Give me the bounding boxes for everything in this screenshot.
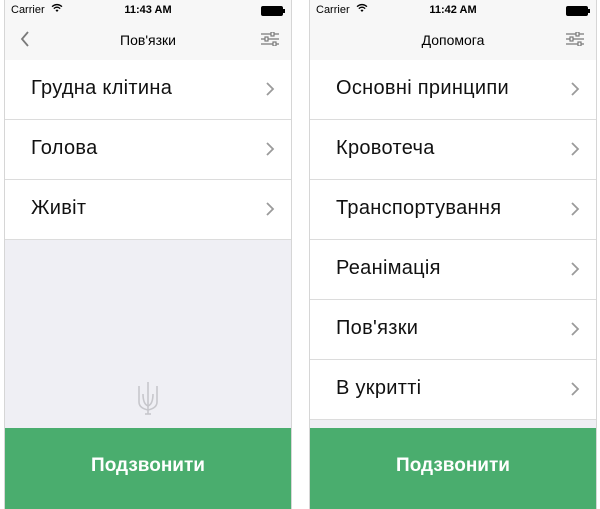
battery-icon <box>261 6 285 16</box>
list-item[interactable]: Пов'язки <box>310 300 596 360</box>
list-item[interactable]: В укритті <box>310 360 596 420</box>
chevron-right-icon <box>570 381 580 402</box>
chevron-right-icon <box>570 141 580 162</box>
list-item-label: Пов'язки <box>336 317 419 339</box>
call-button[interactable]: Подзвонити <box>310 428 596 509</box>
phone-screen-right: Carrier 11:42 AM Допомога Основні принци… <box>310 0 596 509</box>
list-item-label: Реанімація <box>336 257 441 279</box>
chevron-right-icon <box>570 81 580 102</box>
chevron-right-icon <box>265 141 275 162</box>
list-item[interactable]: Голова <box>5 120 291 180</box>
list-item-label: Живіт <box>31 197 87 219</box>
list-item-label: В укритті <box>336 377 422 399</box>
menu-list: Основні принципи Кровотеча Транспортуван… <box>310 60 596 420</box>
settings-sliders-icon[interactable] <box>261 31 279 51</box>
list-item-label: Кровотеча <box>336 137 435 159</box>
list-item[interactable]: Кровотеча <box>310 120 596 180</box>
status-bar: Carrier 11:42 AM <box>310 0 596 20</box>
chevron-right-icon <box>570 201 580 222</box>
settings-sliders-icon[interactable] <box>566 31 584 51</box>
navigation-bar: Пов'язки <box>5 20 291 61</box>
list-item[interactable]: Основні принципи <box>310 60 596 120</box>
chevron-right-icon <box>265 201 275 222</box>
page-title: Допомога <box>421 32 485 48</box>
status-time: 11:42 AM <box>429 4 477 16</box>
chevron-right-icon <box>570 321 580 342</box>
battery-icon <box>566 6 590 16</box>
list-item[interactable]: Грудна клітина <box>5 60 291 120</box>
back-arrow-icon[interactable] <box>19 30 31 53</box>
list-item-label: Основні принципи <box>336 77 509 99</box>
list-item[interactable]: Реанімація <box>310 240 596 300</box>
list-item-label: Грудна клітина <box>31 77 173 99</box>
menu-list: Грудна клітина Голова Живіт <box>5 60 291 240</box>
list-item-label: Голова <box>31 137 98 159</box>
chevron-right-icon <box>265 81 275 102</box>
chevron-right-icon <box>570 261 580 282</box>
navigation-bar: Допомога <box>310 20 596 61</box>
status-bar: Carrier 11:43 AM <box>5 0 291 20</box>
list-item-label: Транспортування <box>336 197 502 219</box>
list-item[interactable]: Транспортування <box>310 180 596 240</box>
trident-emblem-icon <box>136 380 160 421</box>
phone-screen-left: Carrier 11:43 AM Пов'язки Грудна клітина… <box>5 0 291 509</box>
list-item[interactable]: Живіт <box>5 180 291 240</box>
page-title: Пов'язки <box>120 32 176 48</box>
status-time: 11:43 AM <box>124 4 172 16</box>
call-button[interactable]: Подзвонити <box>5 428 291 509</box>
